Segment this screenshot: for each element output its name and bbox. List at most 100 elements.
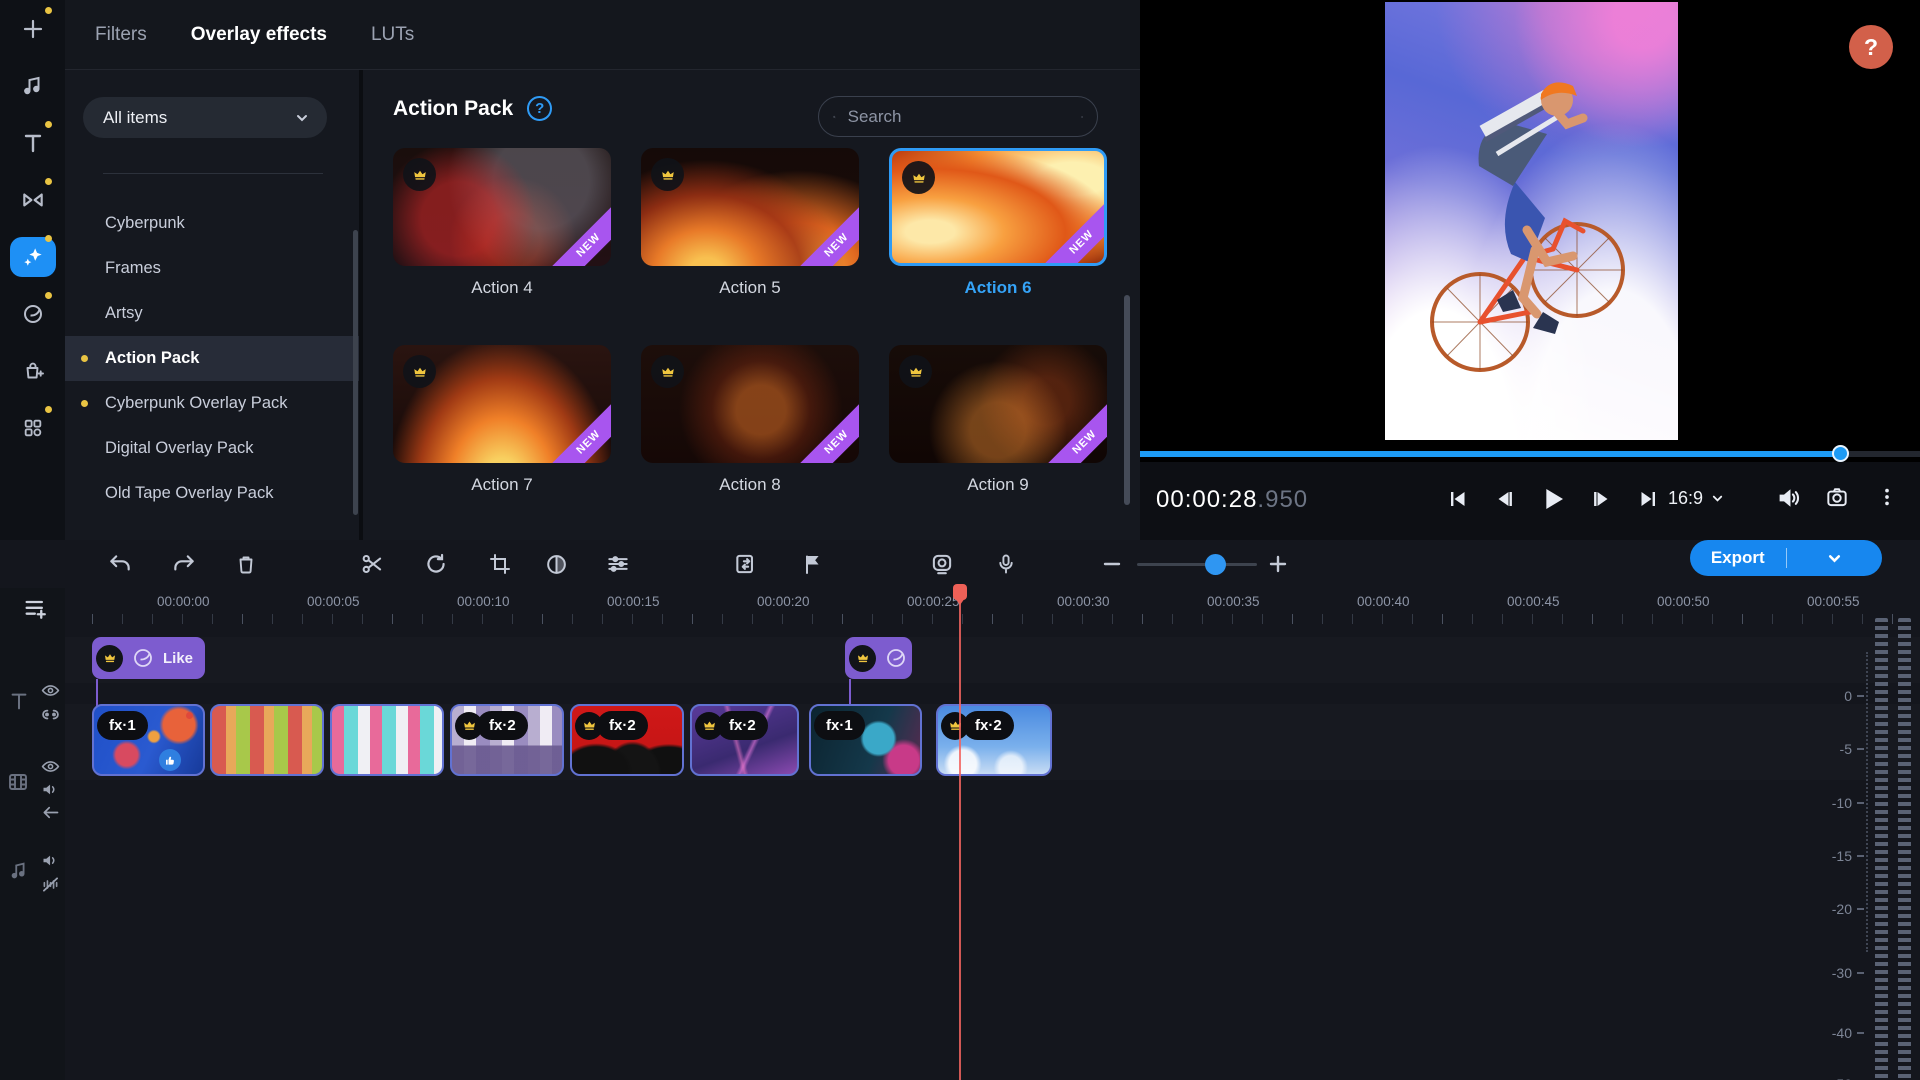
fx-count-badge: fx·1 — [97, 711, 148, 740]
sidebar-item-effects[interactable] — [0, 228, 65, 285]
timeline-zoom-slider[interactable] — [1137, 563, 1257, 566]
video-clip[interactable] — [330, 704, 444, 776]
more-options-button[interactable] — [1876, 484, 1898, 510]
video-editor-app: Filters Overlay effects LUTs All items Cyb… — [0, 0, 1920, 1080]
playhead-handle[interactable] — [953, 584, 967, 605]
meter-scale-label: -10 — [1832, 795, 1864, 811]
preview-seekbar[interactable] — [1140, 445, 1920, 462]
effect-card[interactable]: NEW Action 7 — [393, 345, 611, 542]
webcam-icon[interactable] — [926, 548, 958, 580]
effect-card[interactable]: NEW Action 5 — [641, 148, 859, 345]
meter-minor-ticks — [1866, 652, 1868, 952]
color-adjustments-icon[interactable] — [540, 548, 572, 580]
sidebar-item-stickers[interactable] — [0, 285, 65, 342]
video-clip[interactable]: fx·2 — [936, 704, 1052, 776]
overlay-clip[interactable]: Like — [92, 637, 205, 713]
zoom-in-button[interactable] — [1262, 548, 1294, 580]
effect-card[interactable]: NEW Action 9 — [889, 345, 1107, 542]
clip-properties-icon[interactable] — [602, 548, 634, 580]
rotate-icon[interactable] — [420, 548, 452, 580]
previous-frame-button[interactable] — [1488, 480, 1522, 518]
aspect-ratio-selector[interactable]: 16:9 — [1668, 488, 1724, 509]
effect-card[interactable]: NEW Action 6 — [889, 148, 1107, 345]
like-icon — [159, 749, 181, 771]
category-item[interactable]: Action Pack — [65, 336, 359, 381]
undo-button[interactable] — [104, 548, 136, 580]
effect-thumbnail: NEW — [889, 345, 1107, 463]
skip-to-start-button[interactable] — [1440, 480, 1474, 518]
clear-search-icon[interactable] — [1081, 109, 1083, 125]
sidebar-item-add-media[interactable] — [0, 0, 65, 57]
crop-icon[interactable] — [484, 548, 516, 580]
skip-to-end-button[interactable] — [1632, 480, 1666, 518]
browser-tab[interactable]: Overlay effects — [191, 24, 327, 46]
preview-video-frame — [1385, 2, 1678, 440]
premium-crown-icon — [403, 355, 436, 388]
category-scrollbar[interactable] — [353, 230, 358, 515]
overlay-clip[interactable] — [845, 637, 912, 713]
timeline-ruler[interactable]: 00:00:00 00:00:05 00:00:10 00:00:15 00:00:20… — [65, 588, 1920, 628]
search-box[interactable] — [818, 96, 1098, 137]
category-item[interactable]: Old Tape Overlay Pack — [65, 471, 359, 516]
seekbar-handle[interactable] — [1832, 445, 1849, 462]
video-clip[interactable] — [210, 704, 324, 776]
search-input[interactable] — [845, 105, 1071, 128]
effect-card[interactable]: NEW Action 4 — [393, 148, 611, 345]
ruler-timestamp: 00:00:45 — [1507, 594, 1560, 609]
video-clip[interactable]: fx·2 — [570, 704, 684, 776]
new-ribbon: NEW — [792, 397, 859, 463]
category-item[interactable]: Cyberpunk — [65, 201, 359, 246]
fx-count-badge: fx·2 — [963, 711, 1014, 740]
sidebar-item-store[interactable] — [0, 342, 65, 399]
new-ribbon: NEW — [544, 200, 611, 266]
ruler-timestamp: 00:00:00 — [157, 594, 210, 609]
notification-dot — [45, 178, 52, 185]
effects-scrollbar[interactable] — [1124, 295, 1130, 505]
video-clip[interactable]: fx·1 — [809, 704, 922, 776]
effects-grid: NEW Action 4 NEW Action 5 NEW Action 6 N… — [393, 148, 1107, 542]
browser-tab[interactable]: LUTs — [371, 24, 414, 46]
chevron-down-icon — [297, 114, 307, 121]
snapshot-button[interactable] — [1824, 484, 1850, 510]
video-clip[interactable]: fx·1 — [92, 704, 205, 776]
ruler-timestamp: 00:00:25 — [907, 594, 960, 609]
effects-panel: Action Pack ? NEW Action 4 NEW Action 5 — [363, 70, 1140, 540]
sticker-icon — [887, 649, 905, 667]
category-item[interactable]: Digital Overlay Pack — [65, 426, 359, 471]
next-frame-button[interactable] — [1584, 480, 1618, 518]
add-track-button[interactable] — [22, 595, 50, 623]
video-clip[interactable]: fx·2 — [450, 704, 564, 776]
collection-dropdown[interactable]: All items — [83, 97, 327, 138]
category-item[interactable]: Artsy — [65, 291, 359, 336]
zoom-out-button[interactable] — [1096, 548, 1128, 580]
voiceover-mic-icon[interactable] — [990, 548, 1022, 580]
pack-help-icon[interactable]: ? — [527, 96, 553, 121]
sidebar-item-more-tools[interactable] — [0, 399, 65, 456]
help-button[interactable]: ? — [1849, 25, 1893, 69]
sidebar-item-audio[interactable] — [0, 57, 65, 114]
delete-button[interactable] — [230, 548, 262, 580]
fx-count-badge: fx·2 — [717, 711, 768, 740]
volume-button[interactable] — [1776, 484, 1804, 512]
marker-flag-icon[interactable] — [796, 548, 828, 580]
ruler-timestamp: 00:00:10 — [457, 594, 510, 609]
cut-icon[interactable] — [356, 548, 388, 580]
effect-card[interactable]: NEW Action 8 — [641, 345, 859, 542]
meter-scale-label: -5 — [1840, 741, 1864, 757]
sidebar-item-titles[interactable] — [0, 114, 65, 171]
category-item[interactable]: Cyberpunk Overlay Pack — [65, 381, 359, 426]
video-clip[interactable]: fx·2 — [690, 704, 799, 776]
premium-crown-icon — [849, 644, 876, 672]
transition-wizard-icon[interactable] — [730, 548, 762, 580]
browser-tab[interactable]: Filters — [95, 24, 147, 46]
ruler-timestamp: 00:00:20 — [757, 594, 810, 609]
ruler-timestamp: 00:00:30 — [1057, 594, 1110, 609]
timeline-zoom-handle[interactable] — [1205, 554, 1226, 575]
redo-button[interactable] — [168, 548, 200, 580]
effect-label: Action 8 — [719, 475, 781, 494]
category-item[interactable]: Frames — [65, 246, 359, 291]
export-button[interactable]: Export — [1690, 540, 1882, 576]
effect-thumbnail: NEW — [393, 345, 611, 463]
sidebar-item-transitions[interactable] — [0, 171, 65, 228]
play-button[interactable] — [1536, 480, 1570, 518]
